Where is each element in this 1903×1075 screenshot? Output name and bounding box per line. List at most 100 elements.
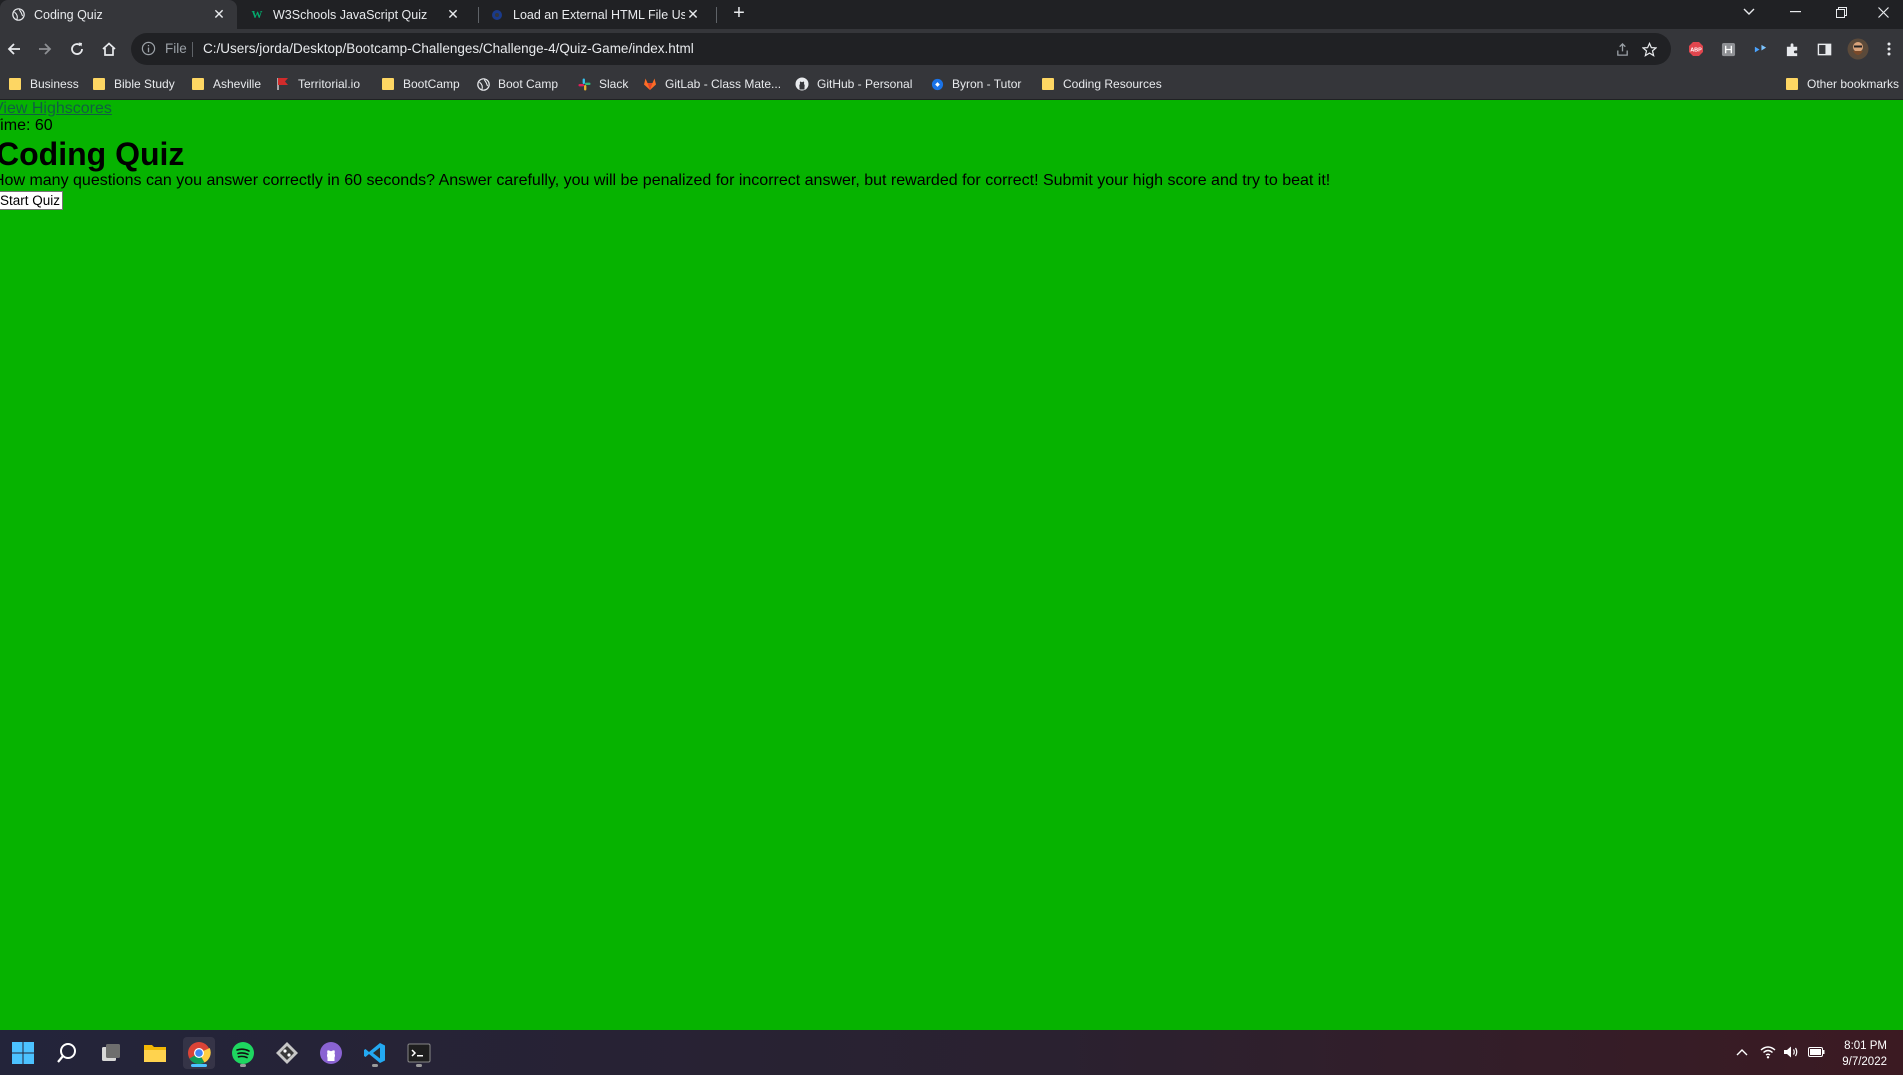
bookmark-label: Territorial.io [298, 77, 361, 91]
bookmark-label: Slack [599, 77, 629, 91]
bookmark-coding-resources[interactable]: Coding Resources [1041, 69, 1162, 99]
close-window-icon[interactable] [1864, 0, 1903, 24]
bookmark-asheville[interactable]: Asheville [191, 69, 261, 99]
github-desktop-icon[interactable] [315, 1037, 347, 1069]
profile-avatar[interactable] [1847, 38, 1869, 60]
territorial-icon [276, 77, 290, 91]
windows-taskbar: 8:01 PM 9/7/2022 [0, 1030, 1903, 1075]
bookmarks-bar: Business Bible Study Asheville Territori… [0, 69, 1903, 100]
bookmark-label: Boot Camp [498, 77, 559, 91]
forward-icon[interactable] [31, 35, 59, 63]
bookmark-label: Coding Resources [1063, 77, 1162, 91]
close-tab-icon[interactable]: ✕ [445, 6, 461, 23]
side-panel-icon[interactable] [1816, 41, 1832, 57]
bookmark-other[interactable]: Other bookmarks [1785, 69, 1899, 99]
folder-icon [1785, 77, 1799, 91]
bookmark-slack[interactable]: Slack [577, 69, 628, 99]
system-clock[interactable]: 8:01 PM 9/7/2022 [1842, 1038, 1887, 1070]
volume-icon[interactable] [1781, 1042, 1801, 1062]
bookmark-label: Business [30, 77, 79, 91]
site-icon [490, 8, 504, 22]
running-indicator [191, 1064, 207, 1067]
page-title: Coding Quiz [0, 136, 185, 172]
bookmark-label: Asheville [213, 77, 262, 91]
extension-arrows-icon[interactable] [1752, 41, 1768, 57]
bookmark-gitlab[interactable]: GitLab - Class Mate... [643, 69, 781, 99]
start-icon[interactable] [7, 1037, 39, 1069]
clock-time: 8:01 PM [1844, 1040, 1887, 1052]
spotify-icon[interactable] [227, 1037, 259, 1069]
close-tab-icon[interactable]: ✕ [685, 6, 701, 23]
adblock-icon[interactable]: ABP [1688, 41, 1704, 57]
extensions-puzzle-icon[interactable] [1784, 41, 1800, 57]
svg-text:ABP: ABP [1690, 48, 1702, 54]
vscode-icon[interactable] [359, 1037, 391, 1069]
file-explorer-icon[interactable] [139, 1037, 171, 1069]
new-tab-button[interactable]: + [728, 2, 750, 24]
restore-icon[interactable] [1818, 0, 1864, 24]
home-icon[interactable] [95, 35, 123, 63]
tab-divider [716, 7, 717, 23]
running-indicator [416, 1064, 422, 1067]
quiz-description: How many questions can you answer correc… [0, 172, 1331, 189]
tab-title: Coding Quiz [34, 7, 103, 22]
globe-icon [476, 77, 490, 91]
back-icon[interactable] [0, 35, 28, 63]
tab-load-external-html[interactable]: Load an External HTML File Using ✕ [479, 0, 711, 29]
tab-strip: Coding Quiz ✕ W W3Schools JavaScript Qui… [0, 0, 1903, 29]
bookmark-bootcamp-folder[interactable]: BootCamp [381, 69, 460, 99]
menu-kebab-icon[interactable] [1881, 41, 1897, 57]
tab-w3schools[interactable]: W W3Schools JavaScript Quiz ✕ [239, 0, 471, 29]
browser-toolbar: File C:/Users/jorda/Desktop/Bootcamp-Cha… [0, 29, 1903, 69]
running-indicator [240, 1064, 246, 1067]
chevron-up-icon[interactable] [1732, 1042, 1752, 1062]
task-view-icon[interactable] [95, 1037, 127, 1069]
minimize-icon[interactable] [1772, 0, 1818, 24]
bookmark-boot-camp[interactable]: Boot Camp [476, 69, 558, 99]
address-divider [192, 42, 193, 57]
bookmark-label: Other bookmarks [1807, 77, 1900, 91]
chrome-icon[interactable] [183, 1037, 215, 1069]
gitlab-icon [643, 77, 657, 91]
terminal-icon[interactable] [403, 1037, 435, 1069]
reload-icon[interactable] [63, 35, 91, 63]
close-tab-icon[interactable]: ✕ [211, 6, 227, 23]
globe-icon [11, 8, 25, 22]
folder-icon [8, 77, 22, 91]
slack-icon [577, 77, 591, 91]
site-icon [930, 77, 944, 91]
search-icon[interactable] [51, 1037, 83, 1069]
tab-title: Load an External HTML File Using [513, 7, 685, 22]
folder-icon [92, 77, 106, 91]
git-icon[interactable] [271, 1037, 303, 1069]
info-icon[interactable] [141, 41, 156, 61]
timer-text: Time: 60 [0, 117, 53, 134]
w3schools-icon: W [251, 8, 263, 21]
start-quiz-button[interactable]: Start Quiz [0, 191, 64, 210]
folder-icon [191, 77, 205, 91]
url-text[interactable]: C:/Users/jorda/Desktop/Bootcamp-Challeng… [203, 41, 694, 56]
folder-icon [1041, 77, 1055, 91]
bookmark-business[interactable]: Business [8, 69, 79, 99]
tab-coding-quiz[interactable]: Coding Quiz ✕ [0, 0, 237, 29]
bookmark-label: GitHub - Personal [817, 77, 913, 91]
tab-title: W3Schools JavaScript Quiz [273, 7, 428, 22]
bookmark-github[interactable]: GitHub - Personal [795, 69, 912, 99]
view-highscores-link[interactable]: View Highscores [0, 100, 112, 118]
wifi-icon[interactable] [1758, 1042, 1778, 1062]
bookmark-label: BootCamp [403, 77, 460, 91]
bookmark-territorial[interactable]: Territorial.io [276, 69, 360, 99]
bookmark-star-icon[interactable] [1641, 41, 1657, 57]
clock-date: 9/7/2022 [1842, 1056, 1887, 1068]
folder-icon [381, 77, 395, 91]
bookmark-byron-tutor[interactable]: Byron - Tutor [930, 69, 1021, 99]
bookmark-bible-study[interactable]: Bible Study [92, 69, 175, 99]
extension-box-icon[interactable] [1720, 41, 1736, 57]
share-icon[interactable] [1614, 41, 1630, 57]
page-content: View Highscores Time: 60 Coding Quiz How… [0, 100, 1903, 1030]
scheme-label: File [165, 41, 187, 56]
address-bar[interactable]: File C:/Users/jorda/Desktop/Bootcamp-Cha… [131, 33, 1671, 65]
running-indicator [372, 1064, 378, 1067]
battery-icon[interactable] [1806, 1042, 1826, 1062]
tab-search-icon[interactable] [1726, 0, 1772, 24]
